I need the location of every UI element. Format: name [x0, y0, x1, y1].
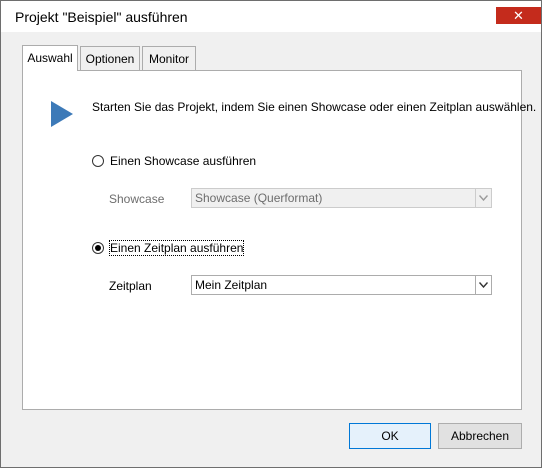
close-button[interactable]: ✕ [496, 7, 541, 24]
schedule-select[interactable]: Mein Zeitplan [191, 275, 492, 295]
title-bar: Projekt "Beispiel" ausführen ✕ [1, 1, 541, 32]
schedule-radio[interactable] [92, 242, 104, 254]
showcase-option-label[interactable]: Einen Showcase ausführen [110, 154, 256, 168]
showcase-select-value: Showcase (Querformat) [195, 191, 323, 205]
dialog-window: Projekt "Beispiel" ausführen ✕ Auswahl O… [0, 0, 542, 468]
chevron-down-icon [475, 189, 491, 207]
tab-label: Monitor [148, 52, 189, 66]
window-title: Projekt "Beispiel" ausführen [15, 9, 188, 25]
cancel-button[interactable]: Abbrechen [438, 423, 522, 449]
schedule-select-value: Mein Zeitplan [195, 278, 268, 292]
showcase-radio[interactable] [92, 155, 104, 167]
tab-label: Auswahl [27, 51, 73, 65]
chevron-down-icon[interactable] [475, 276, 491, 294]
showcase-select: Showcase (Querformat) [191, 188, 492, 208]
cancel-button-label: Abbrechen [450, 429, 510, 443]
play-icon [51, 101, 73, 130]
ok-button[interactable]: OK [349, 423, 431, 449]
tab-panel-auswahl: Starten Sie das Projekt, indem Sie einen… [22, 70, 536, 410]
tab-monitor[interactable]: Monitor [142, 46, 196, 70]
tab-auswahl[interactable]: Auswahl [22, 45, 78, 71]
tab-optionen[interactable]: Optionen [80, 46, 140, 70]
close-icon: ✕ [513, 8, 524, 23]
showcase-option[interactable]: Einen Showcase ausführen [92, 153, 256, 169]
schedule-option-label[interactable]: Einen Zeitplan ausführen [108, 240, 245, 256]
schedule-field-label: Zeitplan [109, 279, 152, 293]
intro-text: Starten Sie das Projekt, indem Sie einen… [92, 100, 537, 114]
tab-label: Optionen [85, 52, 135, 66]
ok-button-label: OK [381, 429, 399, 443]
schedule-option[interactable]: Einen Zeitplan ausführen [92, 240, 245, 256]
showcase-field-label: Showcase [109, 192, 165, 206]
